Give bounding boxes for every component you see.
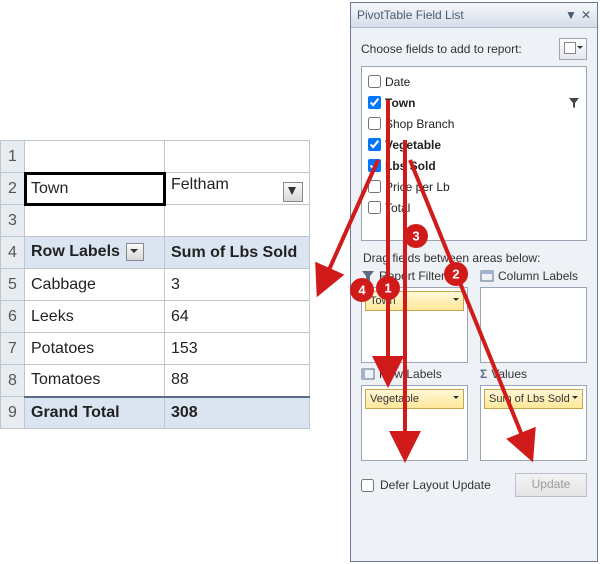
field-checkbox[interactable]: [368, 138, 381, 151]
field-item: Total: [368, 197, 580, 218]
filter-field-cell[interactable]: Town: [25, 173, 165, 205]
field-chip[interactable]: Town: [365, 291, 464, 311]
field-checkbox[interactable]: [368, 159, 381, 172]
filter-value-cell[interactable]: Feltham: [165, 173, 310, 205]
table-row[interactable]: Tomatoes: [25, 365, 165, 397]
defer-update-label: Defer Layout Update: [380, 478, 509, 492]
field-item: Lbs Sold: [368, 155, 580, 176]
rows-icon: [361, 367, 375, 381]
table-row[interactable]: Cabbage: [25, 269, 165, 301]
close-icon[interactable]: ✕: [581, 8, 591, 22]
field-chip[interactable]: Vegetable: [365, 389, 464, 409]
row-labels-header[interactable]: Row Labels: [25, 237, 165, 269]
field-item: Price per Lb: [368, 176, 580, 197]
field-item: Vegetable: [368, 134, 580, 155]
report-filter-header: Report Filter: [361, 269, 468, 283]
panel-title-text: PivotTable Field List: [357, 8, 464, 22]
grand-total-value: 308: [165, 397, 310, 429]
column-labels-area[interactable]: [480, 287, 587, 363]
field-checkbox[interactable]: [368, 180, 381, 193]
choose-fields-label: Choose fields to add to report:: [361, 42, 559, 56]
field-item: Town: [368, 92, 580, 113]
filter-dropdown-icon[interactable]: [283, 182, 303, 202]
column-labels-header: Column Labels: [480, 269, 587, 283]
field-item: Date: [368, 71, 580, 92]
table-row[interactable]: Potatoes: [25, 333, 165, 365]
field-list[interactable]: Date Town Shop Branch Vegetable Lbs Sold…: [361, 66, 587, 241]
chevron-down-icon[interactable]: ▼: [565, 8, 575, 22]
pivot-table-sheet: 1 2 Town Feltham 3 4 Row Labels Sum of L…: [0, 140, 310, 429]
pivot-field-list-panel: PivotTable Field List ▼ ✕ Choose fields …: [350, 2, 598, 562]
field-checkbox[interactable]: [368, 201, 381, 214]
defer-update-checkbox[interactable]: [361, 479, 374, 492]
row-labels-header: Row Labels: [361, 367, 468, 381]
values-header: ΣValues: [480, 367, 587, 381]
update-button[interactable]: Update: [515, 473, 587, 497]
values-header: Sum of Lbs Sold: [165, 237, 310, 269]
values-area[interactable]: Sum of Lbs Sold: [480, 385, 587, 461]
field-chip[interactable]: Sum of Lbs Sold: [484, 389, 583, 409]
funnel-icon: [568, 97, 580, 109]
panel-titlebar[interactable]: PivotTable Field List ▼ ✕: [351, 3, 597, 28]
layout-options-button[interactable]: [559, 38, 587, 60]
funnel-icon: [361, 269, 375, 283]
row-header: 1: [1, 141, 25, 173]
report-filter-area[interactable]: Town: [361, 287, 468, 363]
field-checkbox[interactable]: [368, 96, 381, 109]
field-checkbox[interactable]: [368, 117, 381, 130]
drag-instructions: Drag fields between areas below:: [363, 251, 587, 265]
grand-total-label: Grand Total: [25, 397, 165, 429]
table-row[interactable]: Leeks: [25, 301, 165, 333]
field-item: Shop Branch: [368, 113, 580, 134]
row-labels-dropdown-icon[interactable]: [126, 243, 144, 261]
field-checkbox[interactable]: [368, 75, 381, 88]
columns-icon: [480, 269, 494, 283]
row-labels-area[interactable]: Vegetable: [361, 385, 468, 461]
